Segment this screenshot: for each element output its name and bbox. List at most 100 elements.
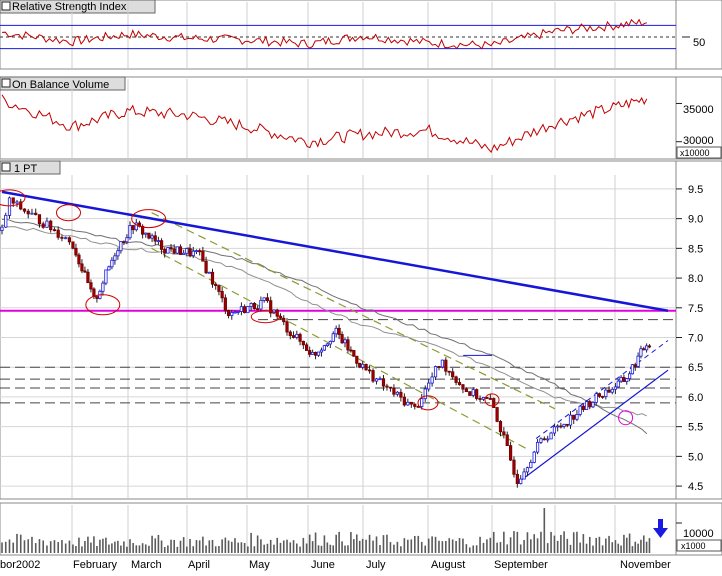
candle-body [201, 250, 205, 262]
candle-body [230, 312, 234, 316]
candle-body [113, 255, 117, 261]
x-label-jun: June [311, 559, 335, 571]
candle-body [243, 306, 247, 314]
candle-body [207, 271, 211, 274]
candle-body [41, 223, 45, 228]
candle-body [340, 334, 344, 344]
volume-plot-frame [0, 502, 677, 556]
candle-body [552, 426, 557, 434]
candle-body [331, 333, 335, 342]
candle-body [457, 382, 462, 386]
candle-body [80, 263, 84, 272]
price-panel-icon[interactable] [1, 162, 11, 172]
candle-body [86, 271, 90, 284]
candle-body [301, 340, 305, 346]
obv-title: On Balance Volume [12, 79, 109, 91]
rsi-panel-icon[interactable] [1, 1, 11, 11]
x-label-jan: bor2002 [0, 559, 40, 571]
candle-body [535, 441, 540, 453]
obv-panel-icon[interactable] [1, 78, 11, 88]
candle-body [156, 240, 161, 243]
candle-body [440, 359, 444, 368]
candle-body [246, 306, 250, 314]
candle-body [392, 387, 396, 395]
candle-body [119, 241, 123, 252]
candle-body [194, 250, 199, 253]
candle-body [239, 306, 244, 312]
candle-body [568, 414, 573, 426]
candle-body [153, 235, 157, 242]
candle-body [220, 291, 224, 299]
price-tick-label: 9.0 [688, 214, 703, 226]
candle-body [101, 282, 105, 292]
candle-body [322, 345, 327, 351]
price-tick-label: 5.5 [688, 422, 703, 434]
candle-body [367, 369, 372, 372]
candle-body [298, 333, 302, 342]
candle-body [259, 299, 263, 310]
candle-body [502, 431, 506, 436]
candle-body [74, 247, 78, 256]
candle-body [249, 303, 253, 307]
candle-body [444, 359, 448, 372]
candle-body [364, 363, 368, 371]
candle-body [128, 225, 132, 239]
candle-body [619, 377, 623, 382]
candle-body [325, 343, 329, 346]
rsi-panel: Relative Strength Index 50 [0, 0, 722, 70]
candle-body [447, 370, 451, 373]
candle-body [488, 398, 492, 400]
candle-body [30, 212, 34, 215]
price-tick-label: 5.0 [688, 451, 703, 463]
candle-body [542, 438, 546, 441]
candle-body [147, 232, 151, 239]
candle-body [308, 350, 312, 355]
candle-body [45, 220, 49, 228]
candle-body [104, 269, 108, 284]
candle-body [256, 308, 260, 311]
candle-body [131, 225, 135, 231]
candle-body [625, 378, 629, 382]
candle-body [107, 266, 111, 271]
candle-body [622, 377, 626, 382]
candle-body [262, 297, 266, 301]
candle-body [7, 197, 12, 216]
candle-body [610, 388, 614, 393]
candle-body [159, 240, 164, 250]
candle-body [633, 364, 637, 367]
x-label-feb: February [73, 559, 118, 571]
candle-body [295, 333, 299, 338]
candle-body [475, 389, 479, 399]
candle-body [178, 246, 183, 255]
candle-body [578, 405, 582, 415]
candle-body [505, 434, 509, 447]
price-tick-label: 8.0 [688, 273, 703, 285]
candle-body [471, 389, 475, 396]
candle-body [265, 297, 270, 302]
candle-body [395, 391, 399, 395]
candle-body [26, 210, 30, 215]
candle-body [163, 249, 167, 254]
candle-body [191, 250, 195, 256]
candle-body [613, 386, 618, 390]
candle-body [346, 339, 350, 351]
candle-body [185, 248, 189, 254]
x-label-nov: November [620, 559, 671, 571]
candle-body [525, 467, 530, 473]
candle-body [433, 366, 438, 378]
price-tick-label: 6.5 [688, 362, 703, 374]
candle-body [581, 405, 585, 410]
candle-body [49, 220, 53, 231]
candle-body [604, 389, 608, 397]
candle-body [34, 212, 38, 216]
x-label-sep: September [494, 559, 548, 571]
candle-body [288, 331, 292, 336]
candle-body [627, 373, 632, 380]
volume-tick-10000: 10000 [683, 528, 714, 540]
candle-body [122, 241, 126, 243]
candle-body [252, 303, 256, 310]
price-tick-label: 4.5 [688, 481, 703, 493]
candle-body [358, 362, 362, 368]
candle-body [355, 355, 359, 364]
candle-body [481, 397, 486, 400]
